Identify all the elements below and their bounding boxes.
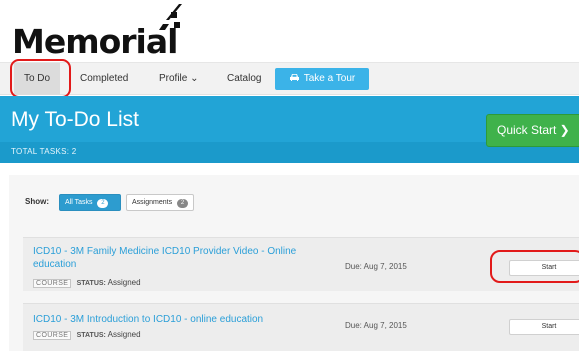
all-tasks-count-badge: 2 (97, 199, 109, 208)
due-date: Due: Aug 7, 2015 (345, 262, 407, 271)
filter-assignments-label: Assignments (132, 199, 173, 206)
logo-text: Memorial (12, 22, 178, 61)
course-tag: COURSE (33, 279, 72, 288)
filter-all-tasks-label: All Tasks (65, 199, 93, 206)
take-a-tour-label: Take a Tour (303, 73, 356, 84)
status-label: STATUS: (76, 280, 106, 287)
task-title-link[interactable]: ICD10 - 3M Family Medicine ICD10 Provide… (33, 245, 323, 271)
car-icon (289, 74, 299, 81)
page-title: My To-Do List (11, 108, 139, 131)
show-label: Show: (25, 197, 49, 206)
take-a-tour-button[interactable]: Take a Tour (275, 68, 369, 90)
assignments-count-badge: 2 (177, 199, 189, 208)
annotation-highlight-todo (10, 59, 71, 98)
quick-start-button[interactable]: Quick Start ❯ (486, 114, 579, 147)
task-row: ICD10 - 3M Introduction to ICD10 - onlin… (23, 303, 579, 351)
filter-all-tasks[interactable]: All Tasks 2 (59, 194, 121, 211)
task-meta: COURSE STATUS: Assigned (33, 278, 141, 288)
memorial-logo[interactable]: Memorial (12, 4, 212, 62)
total-tasks: TOTAL TASKS: 2 (11, 147, 77, 156)
course-tag: COURSE (33, 331, 72, 340)
start-button[interactable]: Start (509, 319, 579, 335)
annotation-highlight-start (490, 250, 579, 283)
top-nav: To Do Completed Profile ⌄ Catalog Take a… (0, 62, 579, 95)
task-title-link[interactable]: ICD10 - 3M Introduction to ICD10 - onlin… (33, 313, 323, 326)
due-date: Due: Aug 7, 2015 (345, 321, 407, 330)
filter-assignments[interactable]: Assignments 2 (126, 194, 194, 211)
nav-catalog[interactable]: Catalog (227, 63, 261, 95)
page: Memorial To Do Completed Profile ⌄ Catal… (0, 0, 579, 351)
status-label: STATUS: (76, 332, 106, 339)
status-value: Assigned (107, 330, 141, 339)
status-value: Assigned (107, 278, 141, 287)
nav-completed[interactable]: Completed (80, 63, 128, 95)
task-meta: COURSE STATUS: Assigned (33, 330, 141, 340)
nav-profile[interactable]: Profile ⌄ (159, 63, 199, 95)
